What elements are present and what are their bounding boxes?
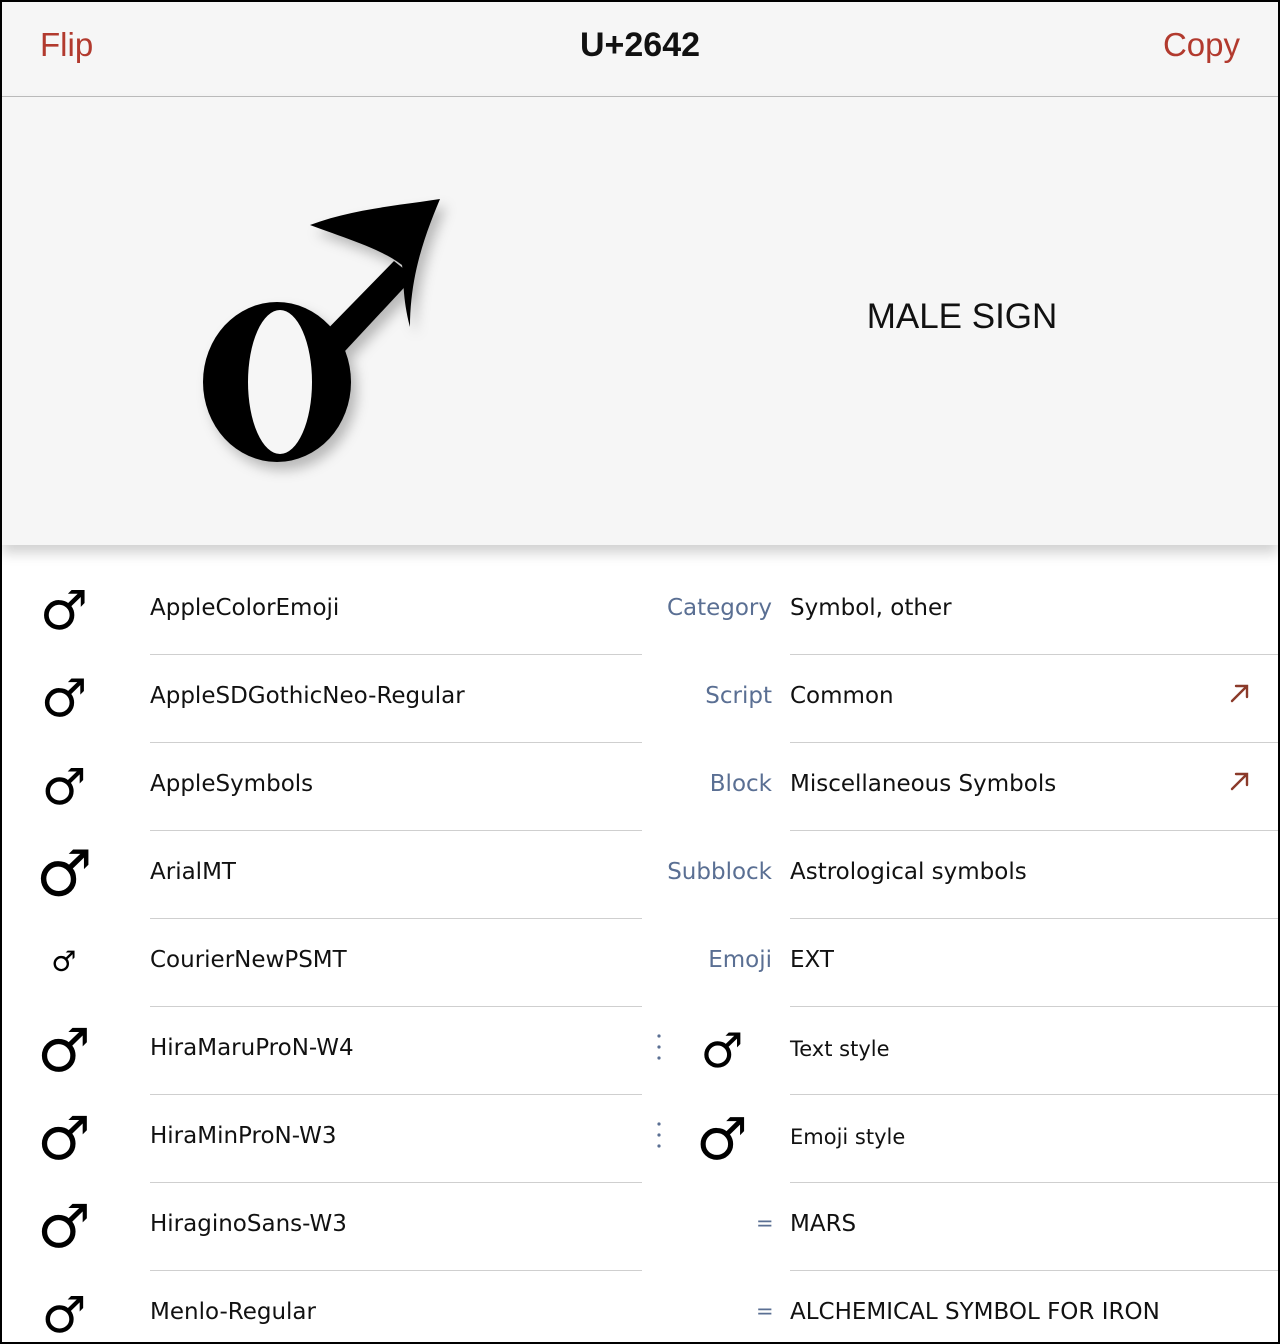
character-preview: MALE SIGN [2, 97, 1278, 545]
male-sign-glyph [203, 199, 440, 462]
alias-value: ALCHEMICAL SYMBOL FOR IRON [790, 1299, 1160, 1325]
font-row[interactable]: ♂ ArialMT [2, 831, 642, 919]
emoji-style-row[interactable]: ♂ Emoji style [642, 1095, 1278, 1183]
more-vertical-icon[interactable] [656, 1033, 662, 1063]
glyph-sample: ♂ [37, 1192, 91, 1262]
property-label: Category [666, 595, 772, 621]
font-row[interactable]: ♂ Menlo-Regular [2, 1271, 642, 1344]
property-category: Category Symbol, other [642, 567, 1278, 655]
properties-list: Category Symbol, other Script Common Blo… [642, 567, 1278, 1342]
property-label: Block [709, 771, 772, 797]
font-name: HiraMaruProN-W4 [150, 1035, 354, 1061]
alias-row: = ALCHEMICAL SYMBOL FOR IRON [642, 1271, 1278, 1342]
property-label: Emoji [708, 947, 772, 973]
style-label: Text style [790, 1037, 890, 1061]
glyph-sample: ♂ [40, 669, 88, 729]
text-style-row[interactable]: ♂ Text style [642, 1007, 1278, 1095]
codepoint-title: U+2642 [579, 26, 701, 64]
property-value: Symbol, other [790, 595, 952, 621]
external-link-icon[interactable] [1228, 769, 1252, 793]
font-name: AppleSymbols [150, 771, 314, 797]
property-subblock: Subblock Astrological symbols [642, 831, 1278, 919]
font-list: ♂ AppleColorEmoji ♂ AppleSDGothicNeo-Reg… [2, 567, 642, 1344]
navigation-bar: Flip U+2642 Copy [2, 2, 1278, 97]
alias-value: MARS [790, 1211, 857, 1237]
font-row[interactable]: ♂ HiraginoSans-W3 [2, 1183, 642, 1271]
glyph-sample: ♂ [39, 579, 89, 642]
more-vertical-icon[interactable] [656, 1121, 662, 1151]
emoji-style-glyph: ♂ [696, 1105, 748, 1173]
property-value: Miscellaneous Symbols [790, 771, 1057, 797]
style-label: Emoji style [790, 1125, 906, 1149]
copy-button[interactable]: Copy [1163, 26, 1240, 64]
glyph-sample: ♂ [41, 758, 87, 816]
alias-row: = MARS [642, 1183, 1278, 1271]
external-link-icon[interactable] [1228, 681, 1252, 705]
font-row[interactable]: ♂ HiraMaruProN-W4 [2, 1007, 642, 1095]
glyph-sample: ♂ [35, 838, 93, 912]
property-label: Subblock [667, 859, 772, 885]
property-block[interactable]: Block Miscellaneous Symbols [642, 743, 1278, 831]
property-label: Script [705, 683, 772, 709]
font-row[interactable]: ♂ AppleSDGothicNeo-Regular [2, 655, 642, 743]
font-row[interactable]: ♂ HiraMinProN-W3 [2, 1095, 642, 1183]
glyph-sample: ♂ [53, 942, 75, 983]
font-name: Menlo-Regular [150, 1299, 316, 1325]
property-script[interactable]: Script Common [642, 655, 1278, 743]
font-name: AppleColorEmoji [150, 595, 340, 621]
font-row[interactable]: ♂ AppleSymbols [2, 743, 642, 831]
app-window: Flip U+2642 Copy MALE SIGN ♂ AppleColorE… [0, 0, 1280, 1344]
text-style-glyph: ♂ [700, 1023, 744, 1079]
font-name: CourierNewPSMT [150, 947, 347, 973]
character-name: MALE SIGN [866, 297, 1058, 336]
equals-symbol: = [756, 1211, 774, 1235]
font-name: HiraMinProN-W3 [150, 1123, 337, 1149]
font-row[interactable]: ♂ AppleColorEmoji [2, 567, 642, 655]
glyph-sample: ♂ [37, 1104, 91, 1174]
property-value: Astrological symbols [790, 859, 1027, 885]
glyph-sample: ♂ [37, 1016, 91, 1086]
property-emoji: Emoji EXT [642, 919, 1278, 1007]
font-name: HiraginoSans-W3 [150, 1211, 347, 1237]
font-name: ArialMT [150, 859, 236, 885]
font-row[interactable]: ♂ CourierNewPSMT [2, 919, 642, 1007]
property-value: EXT [790, 947, 834, 973]
property-value: Common [790, 683, 894, 709]
equals-symbol: = [756, 1299, 774, 1323]
glyph-sample: ♂ [41, 1286, 87, 1344]
font-name: AppleSDGothicNeo-Regular [150, 683, 465, 709]
